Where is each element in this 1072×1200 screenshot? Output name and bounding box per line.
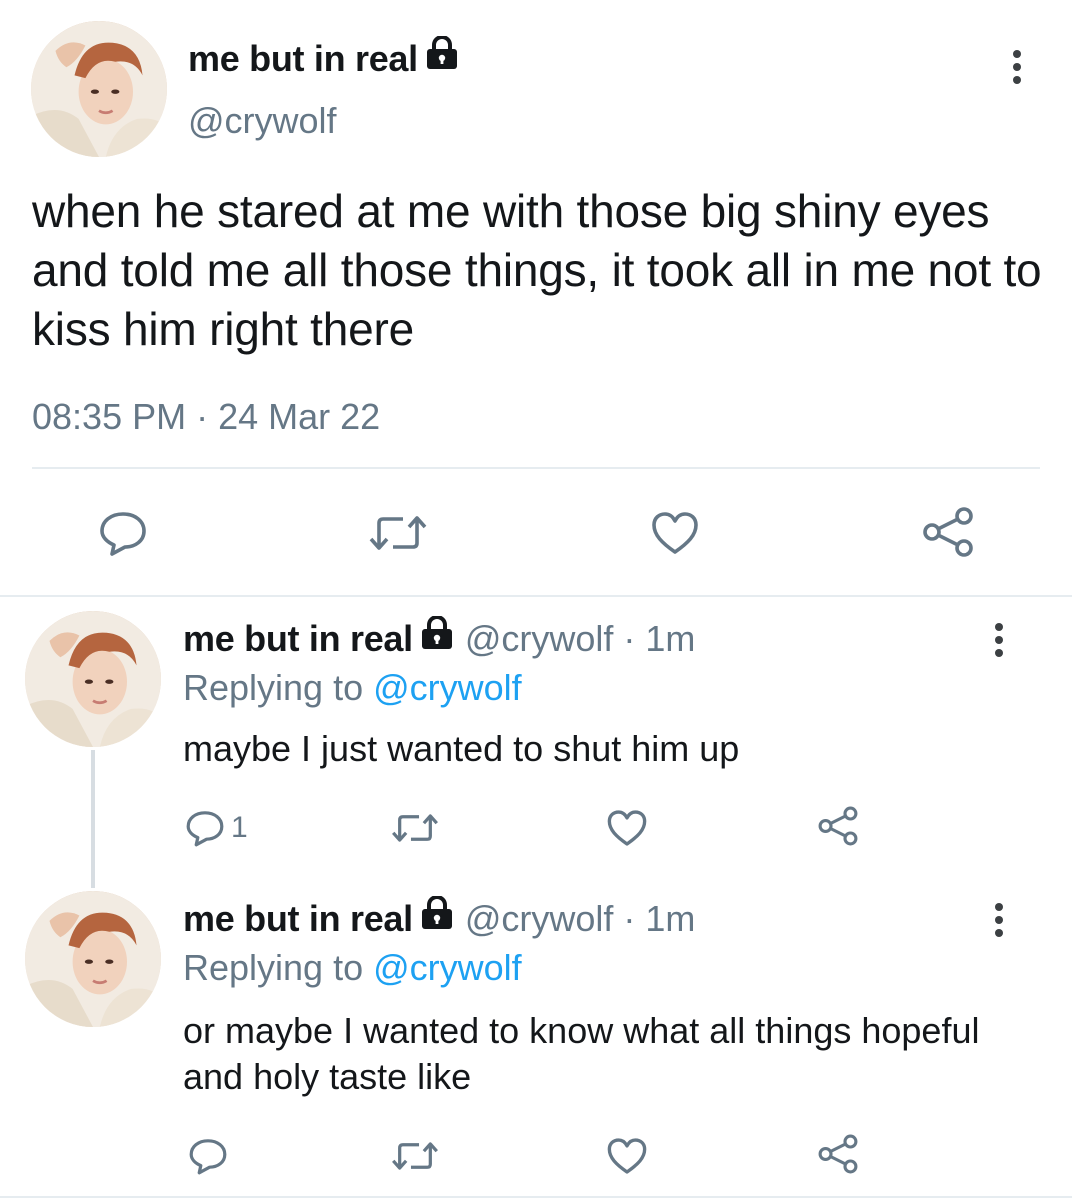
lock-icon (419, 615, 455, 659)
avatar[interactable] (31, 21, 167, 157)
replying-to-prefix: Replying to (183, 947, 374, 988)
like-icon (607, 810, 647, 846)
display-name[interactable]: me but in real (183, 618, 413, 659)
like-button[interactable] (604, 1134, 650, 1178)
lock-icon (419, 895, 455, 939)
share-icon (818, 806, 858, 846)
comment-button[interactable] (185, 1134, 231, 1178)
reply-header[interactable]: me but in real @crywolf · 1m (183, 895, 696, 943)
divider (0, 1196, 1072, 1198)
avatar-photo (25, 611, 161, 747)
retweet-icon (369, 516, 427, 550)
avatar-photo (31, 21, 167, 157)
comment-button[interactable] (96, 508, 150, 558)
share-icon (923, 507, 973, 557)
retweet-button[interactable] (388, 1136, 442, 1176)
divider (32, 467, 1040, 469)
lock-icon (424, 35, 460, 79)
handle-time[interactable]: @crywolf · 1m (465, 618, 696, 659)
replying-to: Replying to @crywolf (183, 947, 522, 989)
display-name[interactable]: me but in real (188, 35, 460, 83)
share-icon (818, 1134, 858, 1174)
share-button[interactable] (920, 505, 976, 559)
like-button[interactable] (604, 806, 650, 850)
share-button[interactable] (816, 804, 860, 848)
reply-header[interactable]: me but in real @crywolf · 1m (183, 615, 696, 663)
share-button[interactable] (816, 1132, 860, 1176)
retweet-button[interactable] (366, 510, 430, 556)
handle-time[interactable]: @crywolf · 1m (465, 898, 696, 939)
comment-icon (100, 512, 146, 556)
like-icon (652, 512, 698, 554)
avatar[interactable] (25, 611, 161, 747)
like-icon (607, 1138, 647, 1174)
retweet-button[interactable] (388, 808, 442, 848)
display-name-text: me but in real (188, 38, 418, 79)
reply-text: or maybe I wanted to know what all thing… (183, 1010, 980, 1097)
handle[interactable]: @crywolf (188, 100, 337, 142)
replying-to-prefix: Replying to (183, 667, 374, 708)
avatar[interactable] (25, 891, 161, 1027)
replying-to-link[interactable]: @crywolf (373, 667, 522, 708)
divider (0, 595, 1072, 597)
replying-to: Replying to @crywolf (183, 667, 522, 709)
more-options-icon[interactable] (1012, 50, 1022, 89)
avatar-photo (25, 891, 161, 1027)
replying-to-link[interactable]: @crywolf (373, 947, 522, 988)
comment-button[interactable]: 1 (185, 806, 265, 850)
tweet-text: when he stared at me with those big shin… (32, 185, 1042, 355)
like-button[interactable] (648, 508, 702, 558)
thread-line (91, 750, 95, 888)
timestamp[interactable]: 08:35 PM · 24 Mar 22 (32, 396, 380, 438)
display-name[interactable]: me but in real (183, 898, 413, 939)
more-options-icon[interactable] (994, 623, 1004, 662)
reply-count: 1 (231, 811, 248, 844)
retweet-icon (392, 814, 438, 842)
retweet-icon (392, 1142, 438, 1170)
reply-text: maybe I just wanted to shut him up (183, 728, 740, 769)
comment-icon (186, 811, 224, 847)
more-options-icon[interactable] (994, 903, 1004, 942)
comment-icon (189, 1139, 227, 1175)
